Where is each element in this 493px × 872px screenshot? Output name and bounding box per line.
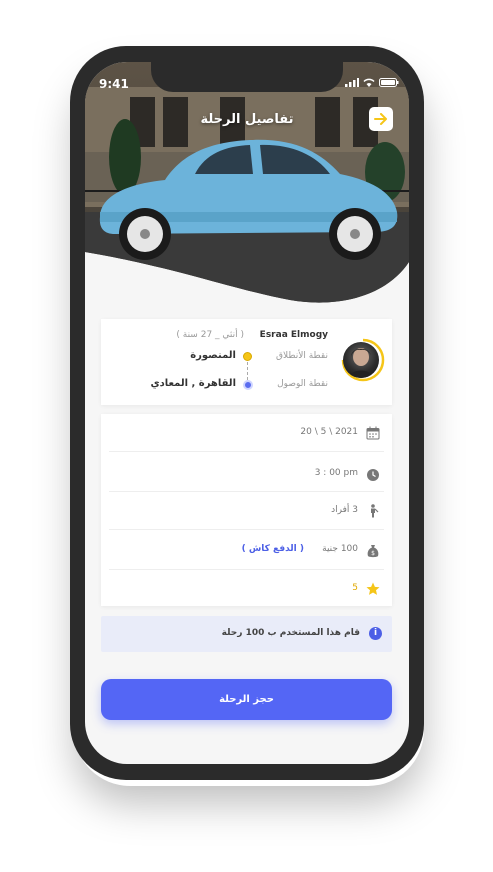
trip-date: 20 \ 5 \ 2021 (300, 427, 358, 437)
persons-count: 3 أفراد (331, 505, 358, 515)
time-row: 3 : 00 pm (109, 452, 384, 492)
money-bag-icon: $ (367, 545, 379, 558)
end-point-value: القاهرة , المعادي (150, 378, 236, 389)
car-hero-image (85, 62, 409, 312)
start-point-value: المنصورة (190, 350, 236, 361)
trip-details-card: 20 \ 5 \ 2021 3 : 00 pm 3 أفراد $ 100 جن… (101, 414, 392, 606)
person-icon (371, 504, 379, 518)
date-row: 20 \ 5 \ 2021 (109, 414, 384, 452)
book-trip-button[interactable]: حجز الرحلة (101, 679, 392, 720)
star-icon (366, 582, 380, 595)
trips-count-text: قام هذا المستخدم ب 100 رحلة (221, 628, 360, 638)
price-row: $ 100 جنية ( الدفع كاش ) (109, 530, 384, 570)
back-button[interactable] (369, 107, 393, 131)
rating-row: 5 (109, 570, 384, 608)
battery-icon (379, 78, 399, 87)
rating-value: 5 (352, 583, 358, 593)
start-point-label: نقطة الأنطلاق (275, 351, 328, 361)
driver-card: Esraa Elmogy ( أنثي _ 27 سنة ) نقطة الأن… (101, 319, 392, 405)
signal-icon (345, 78, 359, 87)
calendar-icon (366, 426, 380, 440)
trips-info-bar: i قام هذا المستخدم ب 100 رحلة (101, 616, 392, 652)
trip-time: 3 : 00 pm (314, 468, 358, 478)
status-time: 9:41 (99, 77, 129, 91)
driver-age-gender: ( أنثي _ 27 سنة ) (176, 330, 244, 340)
arrow-right-icon (374, 113, 387, 125)
wifi-icon (363, 78, 375, 87)
end-point-label: نقطة الوصول (277, 379, 328, 389)
start-point-dot (243, 352, 252, 361)
app-screen: 9:41 تفاصيل الرحلة Esraa Elmogy ( أنثي _… (85, 62, 409, 764)
phone-notch (151, 62, 343, 92)
status-icons (345, 78, 399, 87)
route-line (247, 362, 248, 380)
clock-icon (367, 469, 379, 481)
persons-row: 3 أفراد (109, 492, 384, 530)
page-title: تفاصيل الرحلة (200, 112, 294, 127)
svg-text:$: $ (371, 550, 375, 557)
end-point-dot (243, 380, 253, 390)
driver-avatar[interactable] (343, 342, 379, 378)
trip-price: 100 جنية (322, 544, 358, 554)
info-icon: i (369, 627, 382, 640)
payment-method: ( الدفع كاش ) (241, 544, 304, 554)
driver-name: Esraa Elmogy (259, 330, 328, 340)
